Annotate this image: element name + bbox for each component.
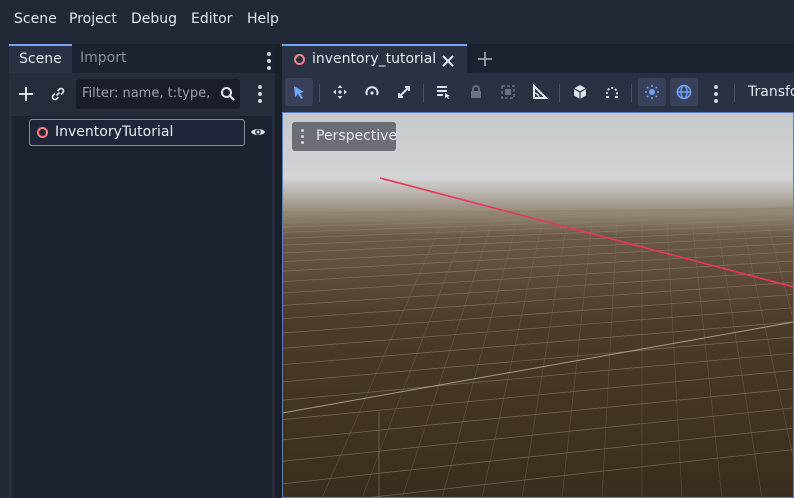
eye-icon[interactable] (250, 124, 266, 140)
dock-splitter[interactable] (275, 44, 282, 498)
node-name: InventoryTutorial (55, 124, 174, 140)
tab-import[interactable]: Import (70, 44, 136, 73)
perspective-menu-button[interactable]: Perspective (292, 122, 398, 151)
scene-node-icon (294, 54, 305, 65)
tab-inventory-tutorial[interactable]: inventory_tutorial (282, 44, 467, 73)
rotate-icon[interactable] (358, 78, 386, 106)
3d-viewport[interactable]: Perspective (282, 112, 794, 498)
scene-menu-icon[interactable] (258, 85, 262, 103)
filter-placeholder: Filter: name, t:type, (82, 86, 210, 101)
plus-icon[interactable] (17, 85, 35, 103)
viewport-scene (283, 113, 793, 497)
node-icon (37, 127, 48, 138)
tree-node-root[interactable]: InventoryTutorial (29, 119, 245, 146)
transform-menu[interactable]: Transfo (748, 84, 794, 100)
scale-icon[interactable] (390, 78, 418, 106)
toolbar-separator (559, 84, 560, 102)
menu-editor[interactable]: Editor (191, 11, 232, 27)
main-editor: inventory_tutorial Transfo Perspective (282, 44, 794, 498)
snap-icon[interactable] (598, 78, 626, 106)
scene-dock: Scene Import Filter: name, t:type, Inven… (9, 44, 275, 498)
close-icon[interactable] (441, 53, 455, 67)
menu-scene[interactable]: Scene (14, 11, 57, 27)
box-icon[interactable] (566, 78, 594, 106)
dock-menu-icon[interactable] (267, 52, 271, 70)
list-select-icon[interactable] (429, 78, 457, 106)
scene-tree: InventoryTutorial (12, 116, 272, 498)
link-icon[interactable] (49, 85, 67, 103)
toolbar-separator (631, 84, 632, 102)
menu-help[interactable]: Help (247, 11, 279, 27)
scene-tab-label: inventory_tutorial (312, 51, 437, 67)
menu-bar: Scene Project Debug Editor Help (0, 0, 794, 40)
select-icon[interactable] (285, 78, 313, 106)
add-tab-icon[interactable] (477, 51, 493, 67)
tab-scene[interactable]: Scene (9, 44, 72, 73)
viewport-toolbar: Transfo (282, 75, 794, 111)
toolbar-menu-icon[interactable] (714, 85, 718, 103)
move-icon[interactable] (326, 78, 354, 106)
sun-icon[interactable] (638, 78, 666, 106)
globe-icon[interactable] (670, 78, 698, 106)
node-filter-field[interactable]: Filter: name, t:type, (76, 79, 240, 109)
ruler-icon[interactable] (526, 78, 554, 106)
toolbar-separator (319, 84, 320, 102)
menu-debug[interactable]: Debug (131, 11, 177, 27)
perspective-label: Perspective (316, 128, 398, 144)
lock-icon[interactable] (462, 78, 490, 106)
perspective-menu-icon (301, 129, 304, 144)
group-icon[interactable] (494, 78, 522, 106)
toolbar-separator (423, 84, 424, 102)
dock-tab-bar: Scene Import (9, 44, 275, 73)
menu-project[interactable]: Project (69, 11, 117, 27)
scene-tab-bar: inventory_tutorial (282, 44, 794, 73)
toolbar-separator (734, 84, 735, 102)
search-icon (220, 86, 236, 102)
